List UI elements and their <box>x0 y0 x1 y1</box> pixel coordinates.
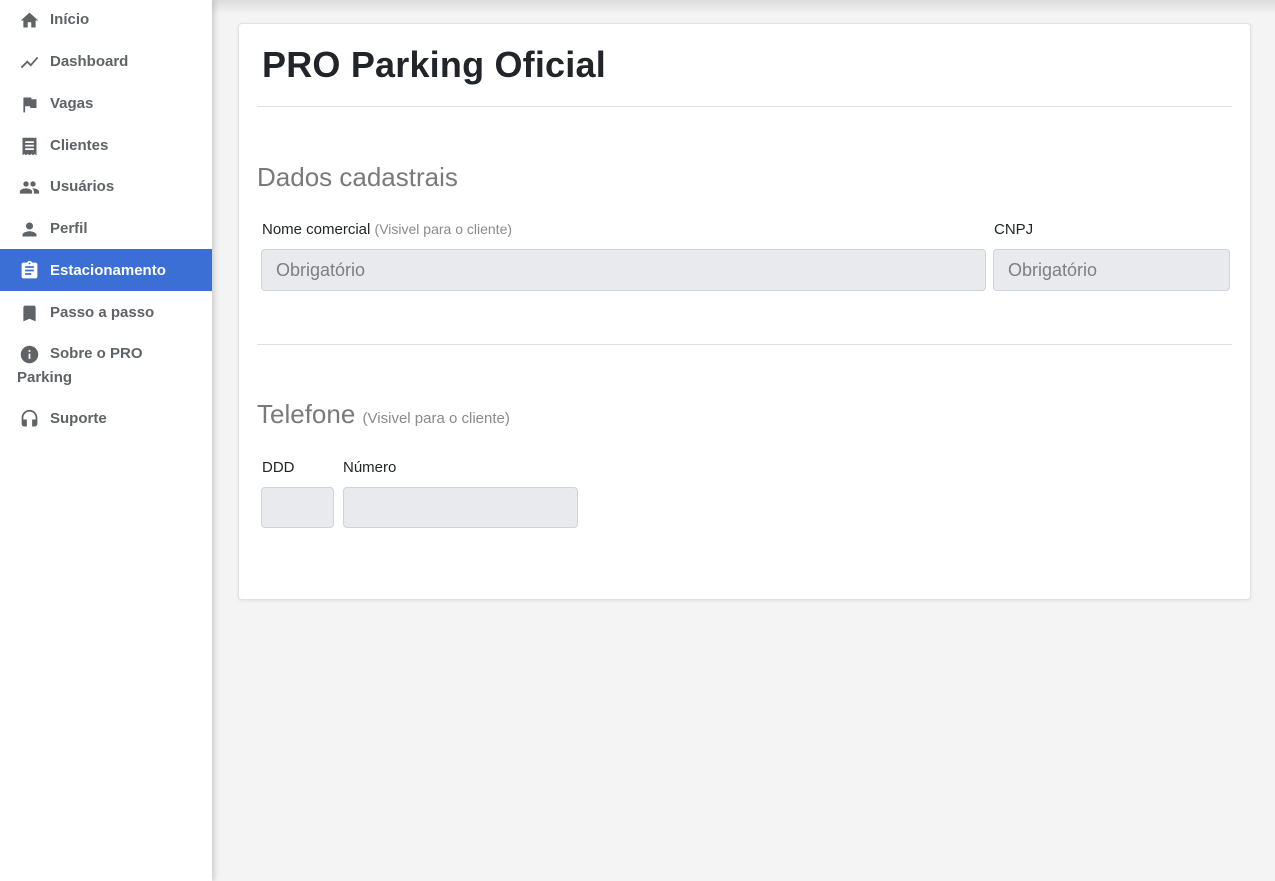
sidebar-item-vagas[interactable]: Vagas <box>0 88 212 120</box>
phone-heading-text: Telefone <box>257 399 356 429</box>
clipboard-icon <box>18 259 40 281</box>
people-icon <box>18 176 40 198</box>
receipt-icon <box>18 135 40 157</box>
header-shadow <box>212 0 1275 14</box>
app-root: Início Dashboard Vagas Clientes Usuários <box>0 0 1275 881</box>
sidebar-item-usuarios[interactable]: Usuários <box>0 171 212 203</box>
sidebar-item-label: Usuários <box>50 178 115 195</box>
sidebar: Início Dashboard Vagas Clientes Usuários <box>0 0 212 881</box>
parking-settings-card: PRO Parking Oficial Dados cadastrais Nom… <box>238 23 1251 600</box>
sidebar-item-passo-a-passo[interactable]: Passo a passo <box>0 297 212 329</box>
visibility-note: (Visivel para o cliente) <box>362 410 510 427</box>
person-icon <box>18 218 40 240</box>
sidebar-item-label: Estacionamento <box>50 262 166 279</box>
ddd-input[interactable] <box>261 487 334 528</box>
sidebar-item-suporte[interactable]: Suporte <box>0 403 212 435</box>
sidebar-item-estacionamento[interactable]: Estacionamento <box>0 249 212 291</box>
trade-name-input[interactable] <box>261 249 986 291</box>
divider <box>257 106 1232 107</box>
sidebar-item-dashboard[interactable]: Dashboard <box>0 46 212 78</box>
sidebar-item-label: Dashboard <box>50 53 129 70</box>
sidebar-item-label: Passo a passo <box>50 304 155 321</box>
trade-name-label: Nome comercial (Visivel para o cliente) <box>262 221 512 238</box>
sidebar-item-perfil[interactable]: Perfil <box>0 213 212 245</box>
ddd-label: DDD <box>262 459 295 476</box>
sidebar-item-sobre[interactable]: Sobre o PRO Parking <box>0 342 212 392</box>
home-icon <box>18 9 40 31</box>
phone-number-input[interactable] <box>343 487 578 528</box>
headset-icon <box>18 408 40 430</box>
phone-heading: Telefone (Visivel para o cliente) <box>257 399 510 430</box>
flag-icon <box>18 93 40 115</box>
sidebar-item-label: Perfil <box>50 220 88 237</box>
trade-name-label-text: Nome comercial <box>262 221 371 238</box>
sidebar-item-label: Vagas <box>50 95 94 112</box>
cnpj-input[interactable] <box>993 249 1230 291</box>
cnpj-label: CNPJ <box>994 221 1034 238</box>
phone-number-label: Número <box>343 459 397 476</box>
sidebar-item-inicio[interactable]: Início <box>0 4 212 36</box>
page-title: PRO Parking Oficial <box>262 44 606 85</box>
registration-heading: Dados cadastrais <box>257 162 458 192</box>
sidebar-item-label: Início <box>50 11 90 28</box>
sidebar-item-label: Suporte <box>50 410 107 427</box>
sidebar-item-label: Clientes <box>50 137 109 154</box>
sidebar-item-clientes[interactable]: Clientes <box>0 130 212 162</box>
visibility-note: (Visivel para o cliente) <box>374 221 513 237</box>
bookmark-icon <box>18 302 40 324</box>
sidebar-item-label: Sobre o PRO Parking <box>17 345 143 386</box>
divider <box>257 344 1232 345</box>
trend-line-icon <box>18 51 40 73</box>
